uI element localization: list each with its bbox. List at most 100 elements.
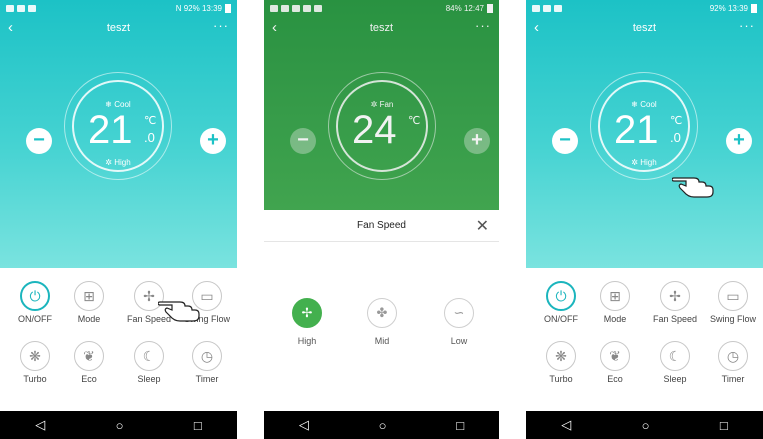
- sheet-header: Fan Speed ✕: [264, 210, 499, 242]
- temperature-unit: ℃: [670, 115, 683, 127]
- overlay-dim: [264, 0, 499, 210]
- speed-option-label: Low: [450, 336, 468, 346]
- phone-screen-3: 92% 13:39 ‹ teszt ··· − + ❄ Cool 21 ℃ .0…: [526, 0, 763, 439]
- phone-screen-2: 84% 12:47 ‹ teszt ··· − + ✲ Fan 24 ℃ Fan…: [264, 0, 499, 439]
- nav-back-icon[interactable]: ◁: [35, 417, 45, 433]
- fan-speed-indicator[interactable]: ✲ High: [590, 158, 698, 167]
- temp-increase-button[interactable]: +: [200, 128, 226, 154]
- temperature-decimal: .0: [144, 130, 155, 145]
- leaf-icon: ❦: [600, 341, 630, 371]
- temperature-dial: ❄ Cool 21 ℃ .0 ✲ High: [64, 72, 172, 180]
- android-nav-bar: ◁ ○ □: [264, 411, 499, 439]
- mode-button[interactable]: ⊞ Mode: [586, 281, 644, 324]
- app-header: ‹ teszt ···: [526, 18, 763, 38]
- temperature-dial: ❄ Cool 21 ℃ .0 ✲ High: [590, 72, 698, 180]
- timer-icon: ◷: [192, 341, 222, 371]
- fan-speed-label: High: [640, 158, 657, 167]
- nav-recents-icon[interactable]: □: [456, 418, 464, 433]
- nav-home-icon[interactable]: ○: [379, 418, 387, 433]
- power-icon: ⏻: [20, 281, 50, 311]
- speed-option-label: Mid: [374, 336, 390, 346]
- eco-label: Eco: [607, 374, 623, 384]
- tap-hand-icon: [672, 177, 714, 198]
- temperature-unit: ℃: [144, 115, 157, 127]
- status-bar: 92% 13:39: [526, 0, 763, 16]
- fan-speed-indicator: ✲ High: [105, 158, 131, 167]
- turbo-label: Turbo: [23, 374, 47, 384]
- back-icon[interactable]: ‹: [534, 19, 539, 36]
- fan-low-icon: ∽: [444, 298, 474, 328]
- control-grid: ⏻ ON/OFF ⊞ Mode ✢ Fan Speed ▭ Swing Flow…: [526, 268, 763, 411]
- close-icon[interactable]: ✕: [476, 216, 489, 236]
- android-nav-bar: ◁ ○ □: [0, 411, 237, 439]
- mode-button[interactable]: ⊞ Mode: [60, 281, 118, 324]
- temp-decrease-button[interactable]: −: [552, 128, 578, 154]
- onoff-label: ON/OFF: [544, 314, 578, 324]
- timer-icon: ◷: [718, 341, 748, 371]
- turbo-label: Turbo: [549, 374, 573, 384]
- speed-option-high[interactable]: ✢ High: [282, 298, 332, 346]
- snowflake-icon: ❋: [20, 341, 50, 371]
- sleep-label: Sleep: [663, 374, 687, 384]
- fan-speed-label: High: [114, 158, 131, 167]
- temperature-decimal: .0: [670, 130, 681, 145]
- nav-back-icon[interactable]: ◁: [299, 417, 309, 433]
- app-header: ‹ teszt ···: [0, 18, 237, 38]
- timer-button[interactable]: ◷ Timer: [178, 341, 236, 384]
- sleep-button[interactable]: ☾ Sleep: [120, 341, 178, 384]
- android-nav-bar: ◁ ○ □: [526, 411, 763, 439]
- notification-icons: [6, 4, 36, 12]
- more-options-icon[interactable]: ···: [213, 18, 229, 33]
- turbo-button[interactable]: ❋ Turbo: [532, 341, 590, 384]
- timer-button[interactable]: ◷ Timer: [704, 341, 762, 384]
- sheet-title: Fan Speed: [357, 220, 406, 231]
- onoff-button[interactable]: ⏻ ON/OFF: [532, 281, 590, 324]
- turbo-button[interactable]: ❋ Turbo: [6, 341, 64, 384]
- speed-option-mid[interactable]: ✤ Mid: [357, 298, 407, 346]
- nav-recents-icon[interactable]: □: [194, 418, 202, 433]
- moon-icon: ☾: [660, 341, 690, 371]
- mode-label: Mode: [77, 314, 101, 324]
- nav-back-icon[interactable]: ◁: [561, 417, 571, 433]
- eco-button[interactable]: ❦ Eco: [60, 341, 118, 384]
- swing-flow-label: Swing Flow: [709, 314, 756, 324]
- device-title: teszt: [632, 22, 657, 34]
- eco-button[interactable]: ❦ Eco: [586, 341, 644, 384]
- battery-icon: [225, 3, 231, 13]
- nav-home-icon[interactable]: ○: [642, 418, 650, 433]
- snowflake-icon: ❋: [546, 341, 576, 371]
- speed-option-low[interactable]: ∽ Low: [434, 298, 484, 346]
- status-bar: N 92% 13:39: [0, 0, 237, 16]
- leaf-icon: ❦: [74, 341, 104, 371]
- fan-speed-button[interactable]: ✢ Fan Speed: [646, 281, 704, 324]
- fan-icon: ✤: [367, 298, 397, 328]
- nav-home-icon[interactable]: ○: [116, 418, 124, 433]
- status-text: 92% 13:39: [709, 3, 748, 13]
- tap-hand-icon: [158, 301, 200, 322]
- battery-icon: [751, 3, 757, 13]
- sleep-button[interactable]: ☾ Sleep: [646, 341, 704, 384]
- mode-label: Mode: [603, 314, 627, 324]
- timer-label: Timer: [721, 374, 745, 384]
- moon-icon: ☾: [134, 341, 164, 371]
- nav-recents-icon[interactable]: □: [720, 418, 728, 433]
- grid-icon: ⊞: [600, 281, 630, 311]
- swing-flow-button[interactable]: ▭ Swing Flow: [704, 281, 762, 324]
- onoff-label: ON/OFF: [18, 314, 52, 324]
- temperature-value: 21: [88, 108, 133, 152]
- phone-screen-1: N 92% 13:39 ‹ teszt ··· − + ❄ Cool 21 ℃ …: [0, 0, 237, 439]
- fan-speed-label: Fan Speed: [652, 314, 698, 324]
- more-options-icon[interactable]: ···: [739, 18, 755, 33]
- temperature-value: 21: [614, 108, 659, 152]
- timer-label: Timer: [195, 374, 219, 384]
- back-icon[interactable]: ‹: [8, 19, 13, 36]
- notification-icons: [532, 4, 562, 12]
- fan-icon: ✢: [660, 281, 690, 311]
- swing-icon: ▭: [718, 281, 748, 311]
- grid-icon: ⊞: [74, 281, 104, 311]
- onoff-button[interactable]: ⏻ ON/OFF: [6, 281, 64, 324]
- power-icon: ⏻: [546, 281, 576, 311]
- temp-increase-button[interactable]: +: [726, 128, 752, 154]
- temp-decrease-button[interactable]: −: [26, 128, 52, 154]
- fan-icon: ✢: [292, 298, 322, 328]
